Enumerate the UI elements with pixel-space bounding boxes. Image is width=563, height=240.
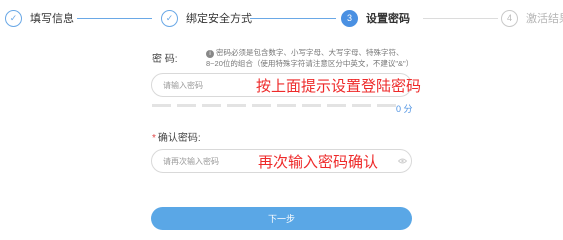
password-hint: i 密码必须是包含数字、小写字母、大写字母、特殊字符、8~20位的组合（使用特殊字… bbox=[206, 47, 416, 69]
strength-segment bbox=[327, 104, 346, 107]
step-4-number: 4 bbox=[501, 9, 518, 27]
step-4: 4 激活结果 bbox=[501, 9, 563, 27]
strength-segment bbox=[377, 104, 396, 107]
step-connector-2 bbox=[250, 18, 336, 19]
step-connector-3 bbox=[423, 18, 498, 19]
step-2-label: 绑定安全方式 bbox=[186, 13, 252, 25]
password-hint-text: 密码必须是包含数字、小写字母、大写字母、特殊字符、8~20位的组合（使用特殊字符… bbox=[206, 48, 414, 68]
info-icon: i bbox=[206, 50, 214, 58]
strength-segment bbox=[152, 104, 171, 107]
progress-stepper: ✓ 填写信息 ✓ 绑定安全方式 3 设置密码 4 激活结果 bbox=[0, 0, 563, 36]
confirm-placeholder: 请再次输入密码 bbox=[163, 156, 219, 166]
password-annotation: 按上面提示设置登陆密码 bbox=[256, 78, 422, 95]
password-placeholder: 请输入密码 bbox=[163, 80, 203, 90]
eye-icon[interactable] bbox=[397, 157, 408, 165]
check-circle-icon: ✓ bbox=[161, 9, 178, 27]
password-strength-meter bbox=[152, 104, 396, 107]
confirm-annotation: 再次输入密码确认 bbox=[258, 154, 379, 171]
strength-segment bbox=[227, 104, 246, 107]
strength-segment bbox=[252, 104, 271, 107]
step-3-label: 设置密码 bbox=[366, 13, 410, 25]
confirm-label-text: 确认密码: bbox=[157, 133, 201, 144]
step-connector-1 bbox=[77, 18, 152, 19]
confirm-label: * 确认密码: bbox=[152, 129, 201, 144]
step-1-label: 填写信息 bbox=[30, 13, 74, 25]
step-4-label: 激活结果 bbox=[526, 13, 563, 25]
strength-segment bbox=[302, 104, 321, 107]
strength-segment bbox=[177, 104, 196, 107]
strength-segment bbox=[277, 104, 296, 107]
step-2: ✓ 绑定安全方式 bbox=[161, 9, 252, 27]
required-mark: * bbox=[152, 133, 156, 144]
password-label: 密 码: bbox=[152, 54, 178, 65]
strength-segment bbox=[352, 104, 371, 107]
next-button[interactable]: 下一步 bbox=[151, 207, 412, 230]
check-circle-icon: ✓ bbox=[5, 9, 22, 27]
step-3: 3 设置密码 bbox=[341, 9, 410, 27]
step-3-number: 3 bbox=[341, 9, 358, 27]
strength-score: 0 分 bbox=[396, 104, 413, 114]
step-1: ✓ 填写信息 bbox=[5, 9, 74, 27]
strength-segment bbox=[202, 104, 221, 107]
